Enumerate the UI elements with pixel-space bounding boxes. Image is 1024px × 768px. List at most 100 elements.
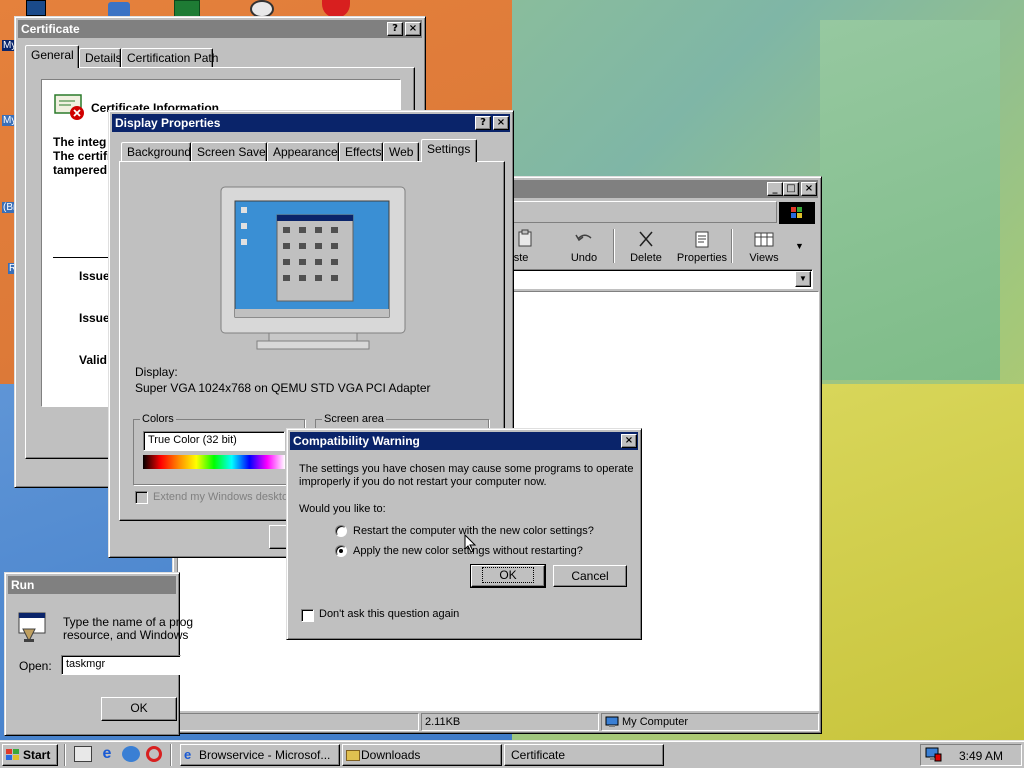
certificate-info-line: The certifi [53, 149, 111, 163]
taskbar-item-label: Downloads [361, 748, 421, 762]
colors-select[interactable]: True Color (32 bit) [143, 431, 285, 451]
status-zone: My Computer [622, 716, 689, 728]
status-size: 2.11KB [425, 716, 461, 728]
tab-general[interactable]: General [25, 45, 79, 68]
colors-group: Colors [133, 413, 305, 485]
show-desktop-icon[interactable] [74, 746, 92, 762]
compat-cancel-button[interactable]: Cancel [553, 565, 627, 587]
tab-appearance[interactable]: Appearance [267, 142, 339, 162]
taskbar-item-certificate[interactable]: Certificate [504, 744, 664, 766]
internet-explorer-icon[interactable]: e [98, 746, 116, 762]
views-label: Views [749, 252, 779, 264]
certificate-info-line: The integ [53, 135, 107, 149]
display-label: Display: [135, 365, 178, 379]
run-icon [15, 611, 49, 648]
close-button[interactable]: × [405, 22, 421, 36]
address-dropdown-button[interactable]: ▼ [795, 271, 811, 287]
desktop-app-icon[interactable] [26, 0, 46, 16]
taskbar-item-label: Certificate [511, 748, 566, 762]
system-tray: 3:49 AM [920, 744, 1022, 766]
apply-radio[interactable] [335, 545, 347, 557]
display-properties-titlebar[interactable]: Display Properties [112, 114, 510, 132]
tab-web[interactable]: Web [383, 142, 419, 162]
run-open-value: taskmgr [66, 658, 106, 670]
taskbar-item-downloads[interactable]: Downloads [342, 744, 502, 766]
close-button[interactable]: × [621, 434, 637, 448]
dont-ask-label[interactable]: Don't ask this question again [319, 608, 459, 620]
opera-icon[interactable] [146, 746, 162, 762]
run-titlebar[interactable]: Run [8, 576, 176, 594]
compat-titlebar[interactable]: Compatibility Warning [290, 432, 638, 450]
undo-icon [575, 234, 592, 242]
help-button[interactable]: ? [475, 116, 491, 130]
views-dropdown-arrow[interactable]: ▼ [795, 241, 804, 251]
help-button[interactable]: ? [387, 22, 403, 36]
ie-small-icon: e [184, 747, 192, 762]
properties-button[interactable]: Properties [671, 227, 733, 265]
extend-desktop-label: Extend my Windows desktop [153, 491, 295, 503]
run-open-input[interactable]: taskmgr [61, 655, 181, 675]
undo-label: Undo [570, 252, 598, 264]
properties-label: Properties [676, 252, 728, 264]
delete-label: Delete [630, 252, 662, 264]
certificate-info-line: tampered [53, 163, 108, 177]
tab-screen-saver[interactable]: Screen Saver [191, 142, 270, 162]
delete-button[interactable]: Delete [615, 227, 677, 265]
display-properties-title: Display Properties [115, 116, 221, 130]
minimize-button[interactable]: _ [767, 182, 783, 196]
certificate-titlebar[interactable]: Certificate [18, 20, 422, 38]
taskbar-item-label: Browservice - Microsof... [199, 748, 331, 762]
status-pane-1 [177, 713, 419, 731]
wallpaper-yellow-quad [820, 384, 1024, 740]
run-description: Type the name of a prog [63, 615, 194, 629]
compat-message: The settings you have chosen may cause s… [299, 463, 634, 488]
extend-desktop-checkbox[interactable] [135, 491, 148, 504]
clock[interactable]: 3:49 AM [959, 749, 1003, 763]
certificate-field-issued-by: Issue [79, 311, 110, 325]
run-ok-button[interactable]: OK [101, 697, 177, 721]
compat-ok-button[interactable]: OK [470, 564, 546, 588]
display-settings-tray-icon [925, 747, 942, 762]
tab-certification-path[interactable]: Certification Path [121, 48, 218, 68]
display-adapter-value: Super VGA 1024x768 on QEMU STD VGA PCI A… [135, 381, 431, 395]
colors-select-value: True Color (32 bit) [148, 434, 237, 446]
colors-label: Colors [140, 413, 176, 425]
run-dialog[interactable]: Run Type the name of a prog resource, an… [4, 572, 193, 736]
compat-question: Would you like to: [299, 503, 386, 515]
tab-effects[interactable]: Effects [339, 142, 383, 162]
undo-button[interactable]: Undo [553, 227, 615, 265]
my-computer-icon [605, 716, 619, 727]
color-spectrum-bar [143, 455, 285, 469]
wallpaper-green-strip [820, 20, 1000, 380]
certificate-title: Certificate [21, 22, 80, 36]
run-open-label: Open: [19, 659, 52, 673]
tab-settings[interactable]: Settings [421, 139, 477, 162]
close-button[interactable]: × [801, 182, 817, 196]
dont-ask-checkbox[interactable] [301, 609, 314, 622]
run-description: resource, and Windows [63, 628, 189, 642]
screen-area-label: Screen area [322, 413, 386, 425]
windows-logo-icon [779, 202, 815, 224]
taskbar-item-browservice[interactable]: Browservice - Microsof... [180, 744, 340, 766]
restart-radio[interactable] [335, 525, 347, 537]
run-title: Run [11, 578, 35, 592]
properties-icon [695, 231, 709, 248]
compat-ok-label: OK [482, 567, 534, 583]
close-button[interactable]: × [493, 116, 509, 130]
windows-logo-icon [6, 749, 19, 760]
views-button[interactable]: Views [733, 227, 795, 265]
monitor-preview [219, 185, 409, 360]
start-label: Start [23, 748, 51, 762]
start-button[interactable]: Start [2, 744, 58, 766]
taskbar-separator [64, 744, 66, 766]
status-pane-zone: My Computer [601, 713, 819, 731]
tab-details[interactable]: Details [79, 48, 122, 68]
paste-icon [518, 229, 532, 247]
maximize-button[interactable]: □ [783, 182, 799, 196]
tab-background[interactable]: Background [121, 142, 191, 162]
certificate-error-icon [53, 91, 87, 124]
views-icon [754, 232, 774, 247]
compat-cancel-label: Cancel [571, 569, 609, 583]
compat-title: Compatibility Warning [293, 434, 420, 448]
outlook-express-icon[interactable] [122, 746, 140, 762]
